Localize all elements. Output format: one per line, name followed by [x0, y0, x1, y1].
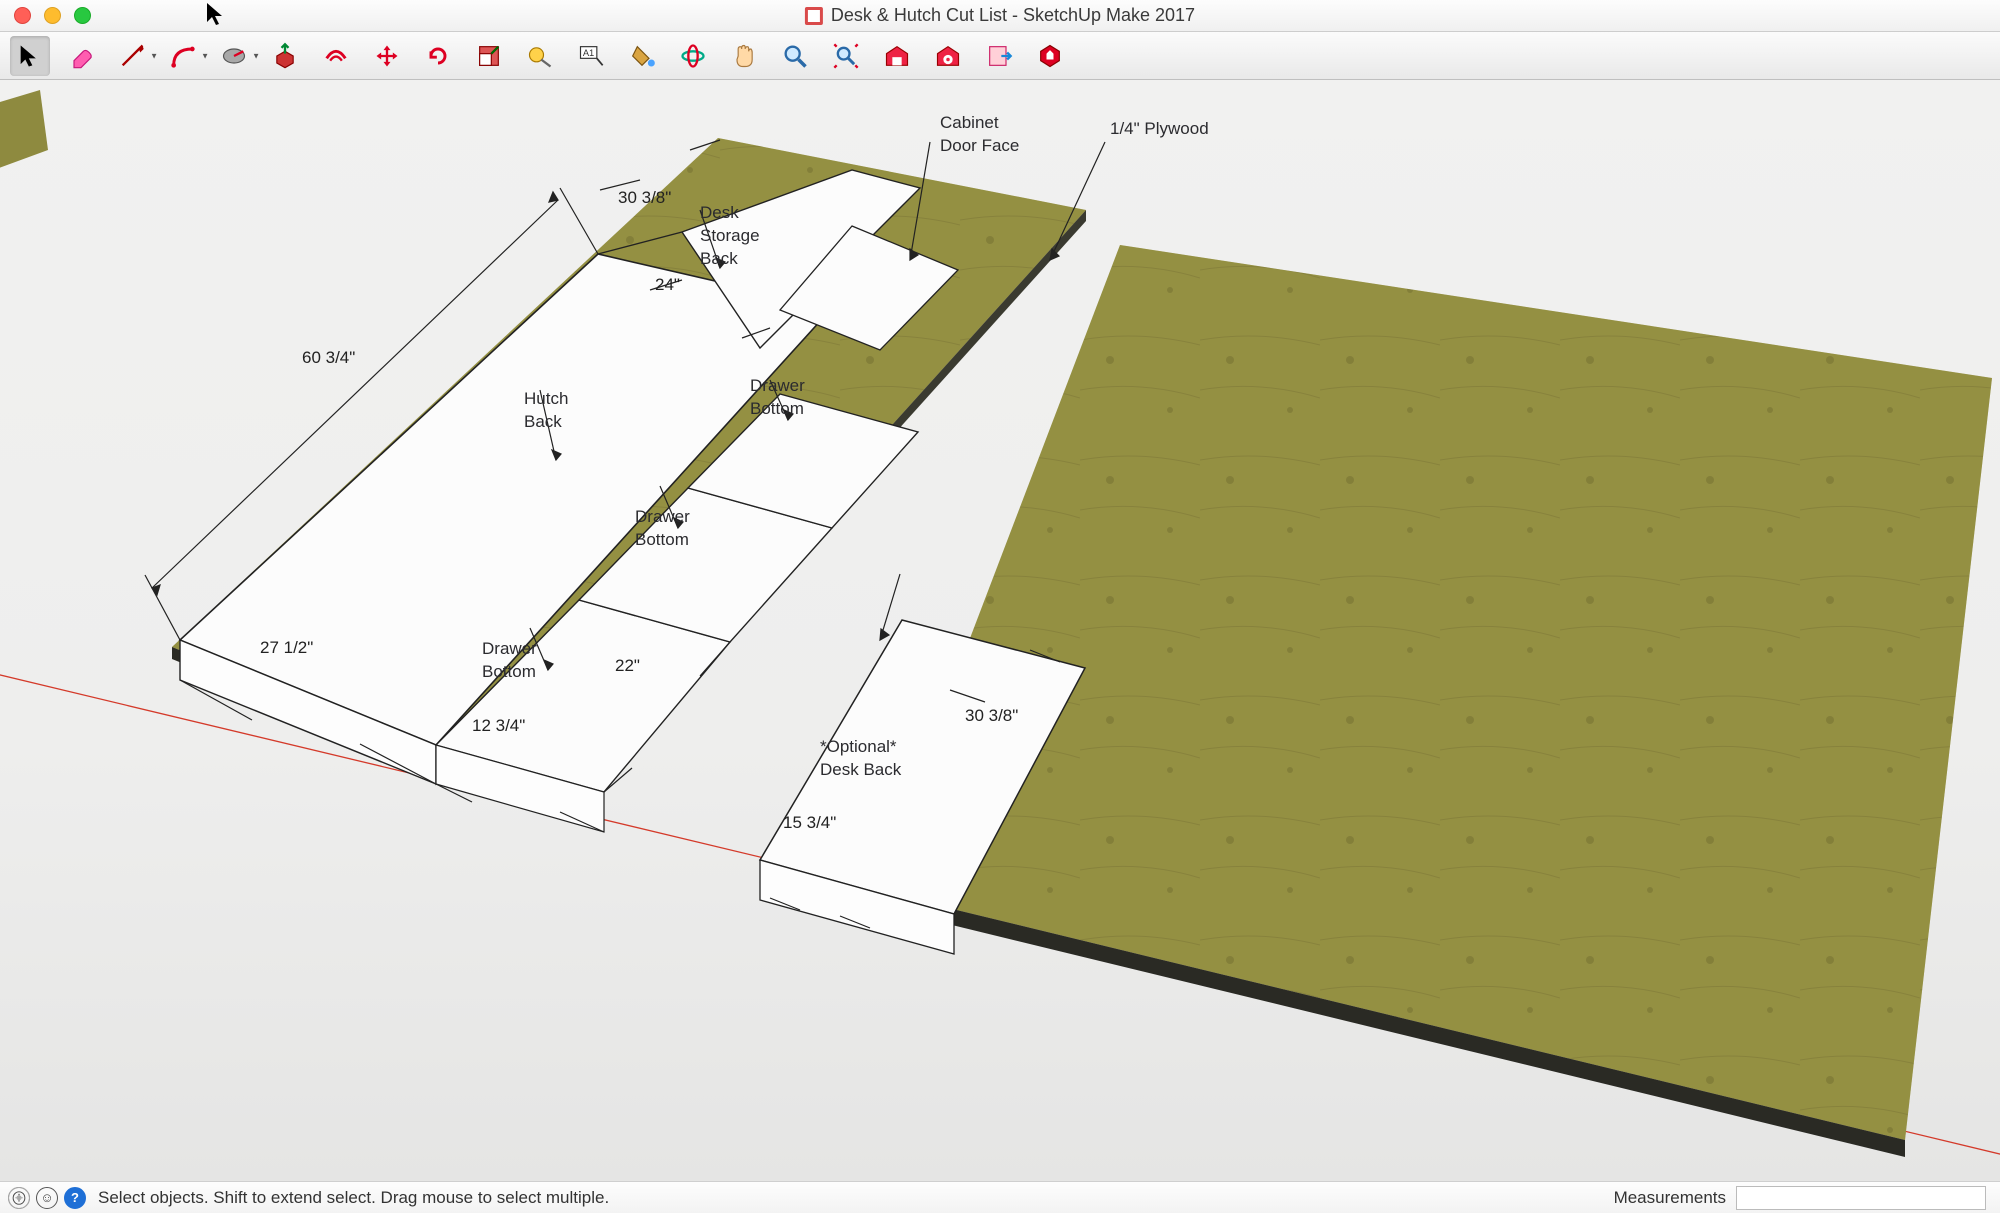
rotate-tool[interactable]: [418, 36, 458, 76]
scene-canvas: [0, 80, 2000, 1181]
model-viewport[interactable]: 1/4" Plywood Cabinet Door Face Desk Stor…: [0, 80, 2000, 1181]
text-tool[interactable]: A1: [571, 36, 611, 76]
measurements-input[interactable]: [1736, 1186, 1986, 1210]
window-controls: [0, 7, 91, 24]
eraser-tool[interactable]: [61, 36, 101, 76]
shape-tool[interactable]: ▼: [214, 36, 254, 76]
extension-manager-tool[interactable]: [1030, 36, 1070, 76]
tape-measure-tool[interactable]: [520, 36, 560, 76]
chevron-down-icon: ▼: [150, 51, 158, 60]
help-icon[interactable]: ?: [64, 1187, 86, 1209]
zoom-window-button[interactable]: [74, 7, 91, 24]
statusbar: ⌖ ⓘ ☺ ? Select objects. Shift to extend …: [0, 1181, 2000, 1213]
select-tool[interactable]: [10, 36, 50, 76]
minimize-window-button[interactable]: [44, 7, 61, 24]
profile-icon[interactable]: ☺: [36, 1187, 58, 1209]
push-pull-tool[interactable]: [265, 36, 305, 76]
scale-tool[interactable]: [469, 36, 509, 76]
layout-export-tool[interactable]: [979, 36, 1019, 76]
arc-tool[interactable]: ▼: [163, 36, 203, 76]
3d-warehouse-tool[interactable]: [877, 36, 917, 76]
credits-icon[interactable]: ⓘ: [8, 1187, 30, 1209]
title-text: Desk & Hutch Cut List - SketchUp Make 20…: [831, 5, 1195, 26]
chevron-down-icon: ▼: [201, 51, 209, 60]
mouse-cursor-icon: [206, 2, 226, 34]
zoom-tool[interactable]: [775, 36, 815, 76]
chevron-down-icon: ▼: [252, 51, 260, 60]
titlebar: Desk & Hutch Cut List - SketchUp Make 20…: [0, 0, 2000, 32]
close-window-button[interactable]: [14, 7, 31, 24]
measurements-label: Measurements: [1614, 1188, 1726, 1208]
main-toolbar: ▼ ▼ ▼ A1: [0, 32, 2000, 80]
window-title: Desk & Hutch Cut List - SketchUp Make 20…: [805, 5, 1195, 26]
move-tool[interactable]: [367, 36, 407, 76]
offset-tool[interactable]: [316, 36, 356, 76]
paint-bucket-tool[interactable]: [622, 36, 662, 76]
status-hint: Select objects. Shift to extend select. …: [98, 1188, 1608, 1208]
line-tool[interactable]: ▼: [112, 36, 152, 76]
orbit-tool[interactable]: [673, 36, 713, 76]
svg-text:A1: A1: [583, 48, 594, 58]
pan-tool[interactable]: [724, 36, 764, 76]
sketchup-doc-icon: [805, 7, 823, 25]
extension-warehouse-tool[interactable]: [928, 36, 968, 76]
zoom-extents-tool[interactable]: [826, 36, 866, 76]
